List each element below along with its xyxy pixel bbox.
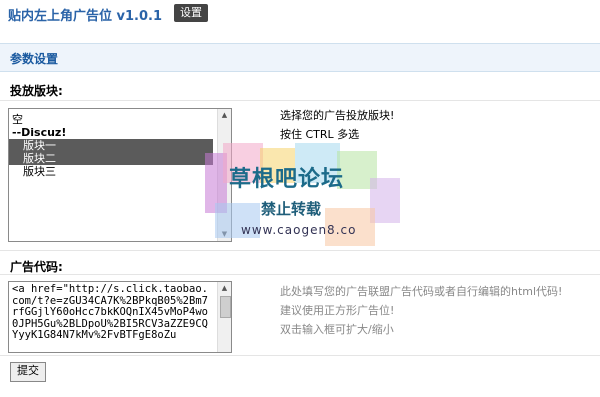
forum-option[interactable]: 空 [9, 113, 231, 126]
scroll-up-icon[interactable]: ▲ [218, 282, 231, 295]
adcode-help-line: 此处填写您的广告联盟广告代码或者自行编辑的html代码! [280, 285, 563, 298]
forum-options: 空 --Discuz! 版块一 版块二 版块三 [9, 109, 231, 178]
watermark-title: 草根吧论坛 [229, 167, 345, 192]
section-header: 参数设置 [0, 43, 600, 72]
section-title: 参数设置 [10, 52, 59, 66]
forum-option[interactable]: 版块三 [9, 165, 231, 178]
submit-button[interactable]: 提交 [10, 362, 46, 382]
scroll-thumb[interactable] [220, 296, 231, 318]
forum-option[interactable]: --Discuz! [9, 126, 231, 139]
watermark: 草根吧论坛 禁止转载 www.caogen8.co [205, 143, 400, 248]
textarea-scrollbar[interactable]: ▲ [217, 282, 231, 352]
ad-code-value: <a href="http://s.click.taobao.com/t?e=z… [12, 283, 208, 341]
placement-label: 投放版块: [10, 84, 63, 98]
adcode-label: 广告代码: [10, 260, 63, 274]
forum-multiselect[interactable]: 空--Discuz!版块一版块二版块三 ▲ ▼ [8, 108, 232, 242]
divider [0, 355, 600, 356]
top-bar: 贴内左上角广告位 v1.0.1 设置 [0, 0, 600, 28]
scroll-up-icon[interactable]: ▲ [218, 109, 231, 122]
watermark-url: www.caogen8.co [241, 223, 357, 237]
divider [0, 274, 600, 275]
settings-button[interactable]: 设置 [174, 4, 208, 22]
adcode-help-line: 双击输入框可扩大/缩小 [280, 323, 394, 336]
ad-code-textarea[interactable]: <a href="http://s.click.taobao.com/t?e=z… [8, 281, 232, 353]
forum-option[interactable]: 版块二 [9, 152, 213, 165]
plugin-title: 贴内左上角广告位 v1.0.1 [8, 9, 163, 24]
adcode-help-line: 建议使用正方形广告位! [280, 304, 395, 317]
watermark-subtitle: 禁止转载 [261, 200, 322, 218]
adcode-help: 此处填写您的广告联盟广告代码或者自行编辑的html代码! 建议使用正方形广告位!… [280, 282, 562, 339]
placement-help: 选择您的广告投放版块! 按住 CTRL 多选 [280, 106, 394, 144]
divider [0, 100, 600, 101]
placement-help-line: 选择您的广告投放版块! [280, 109, 395, 122]
forum-option[interactable]: 版块一 [9, 139, 213, 152]
placement-help-line: 按住 CTRL 多选 [280, 128, 360, 141]
divider [0, 250, 600, 251]
